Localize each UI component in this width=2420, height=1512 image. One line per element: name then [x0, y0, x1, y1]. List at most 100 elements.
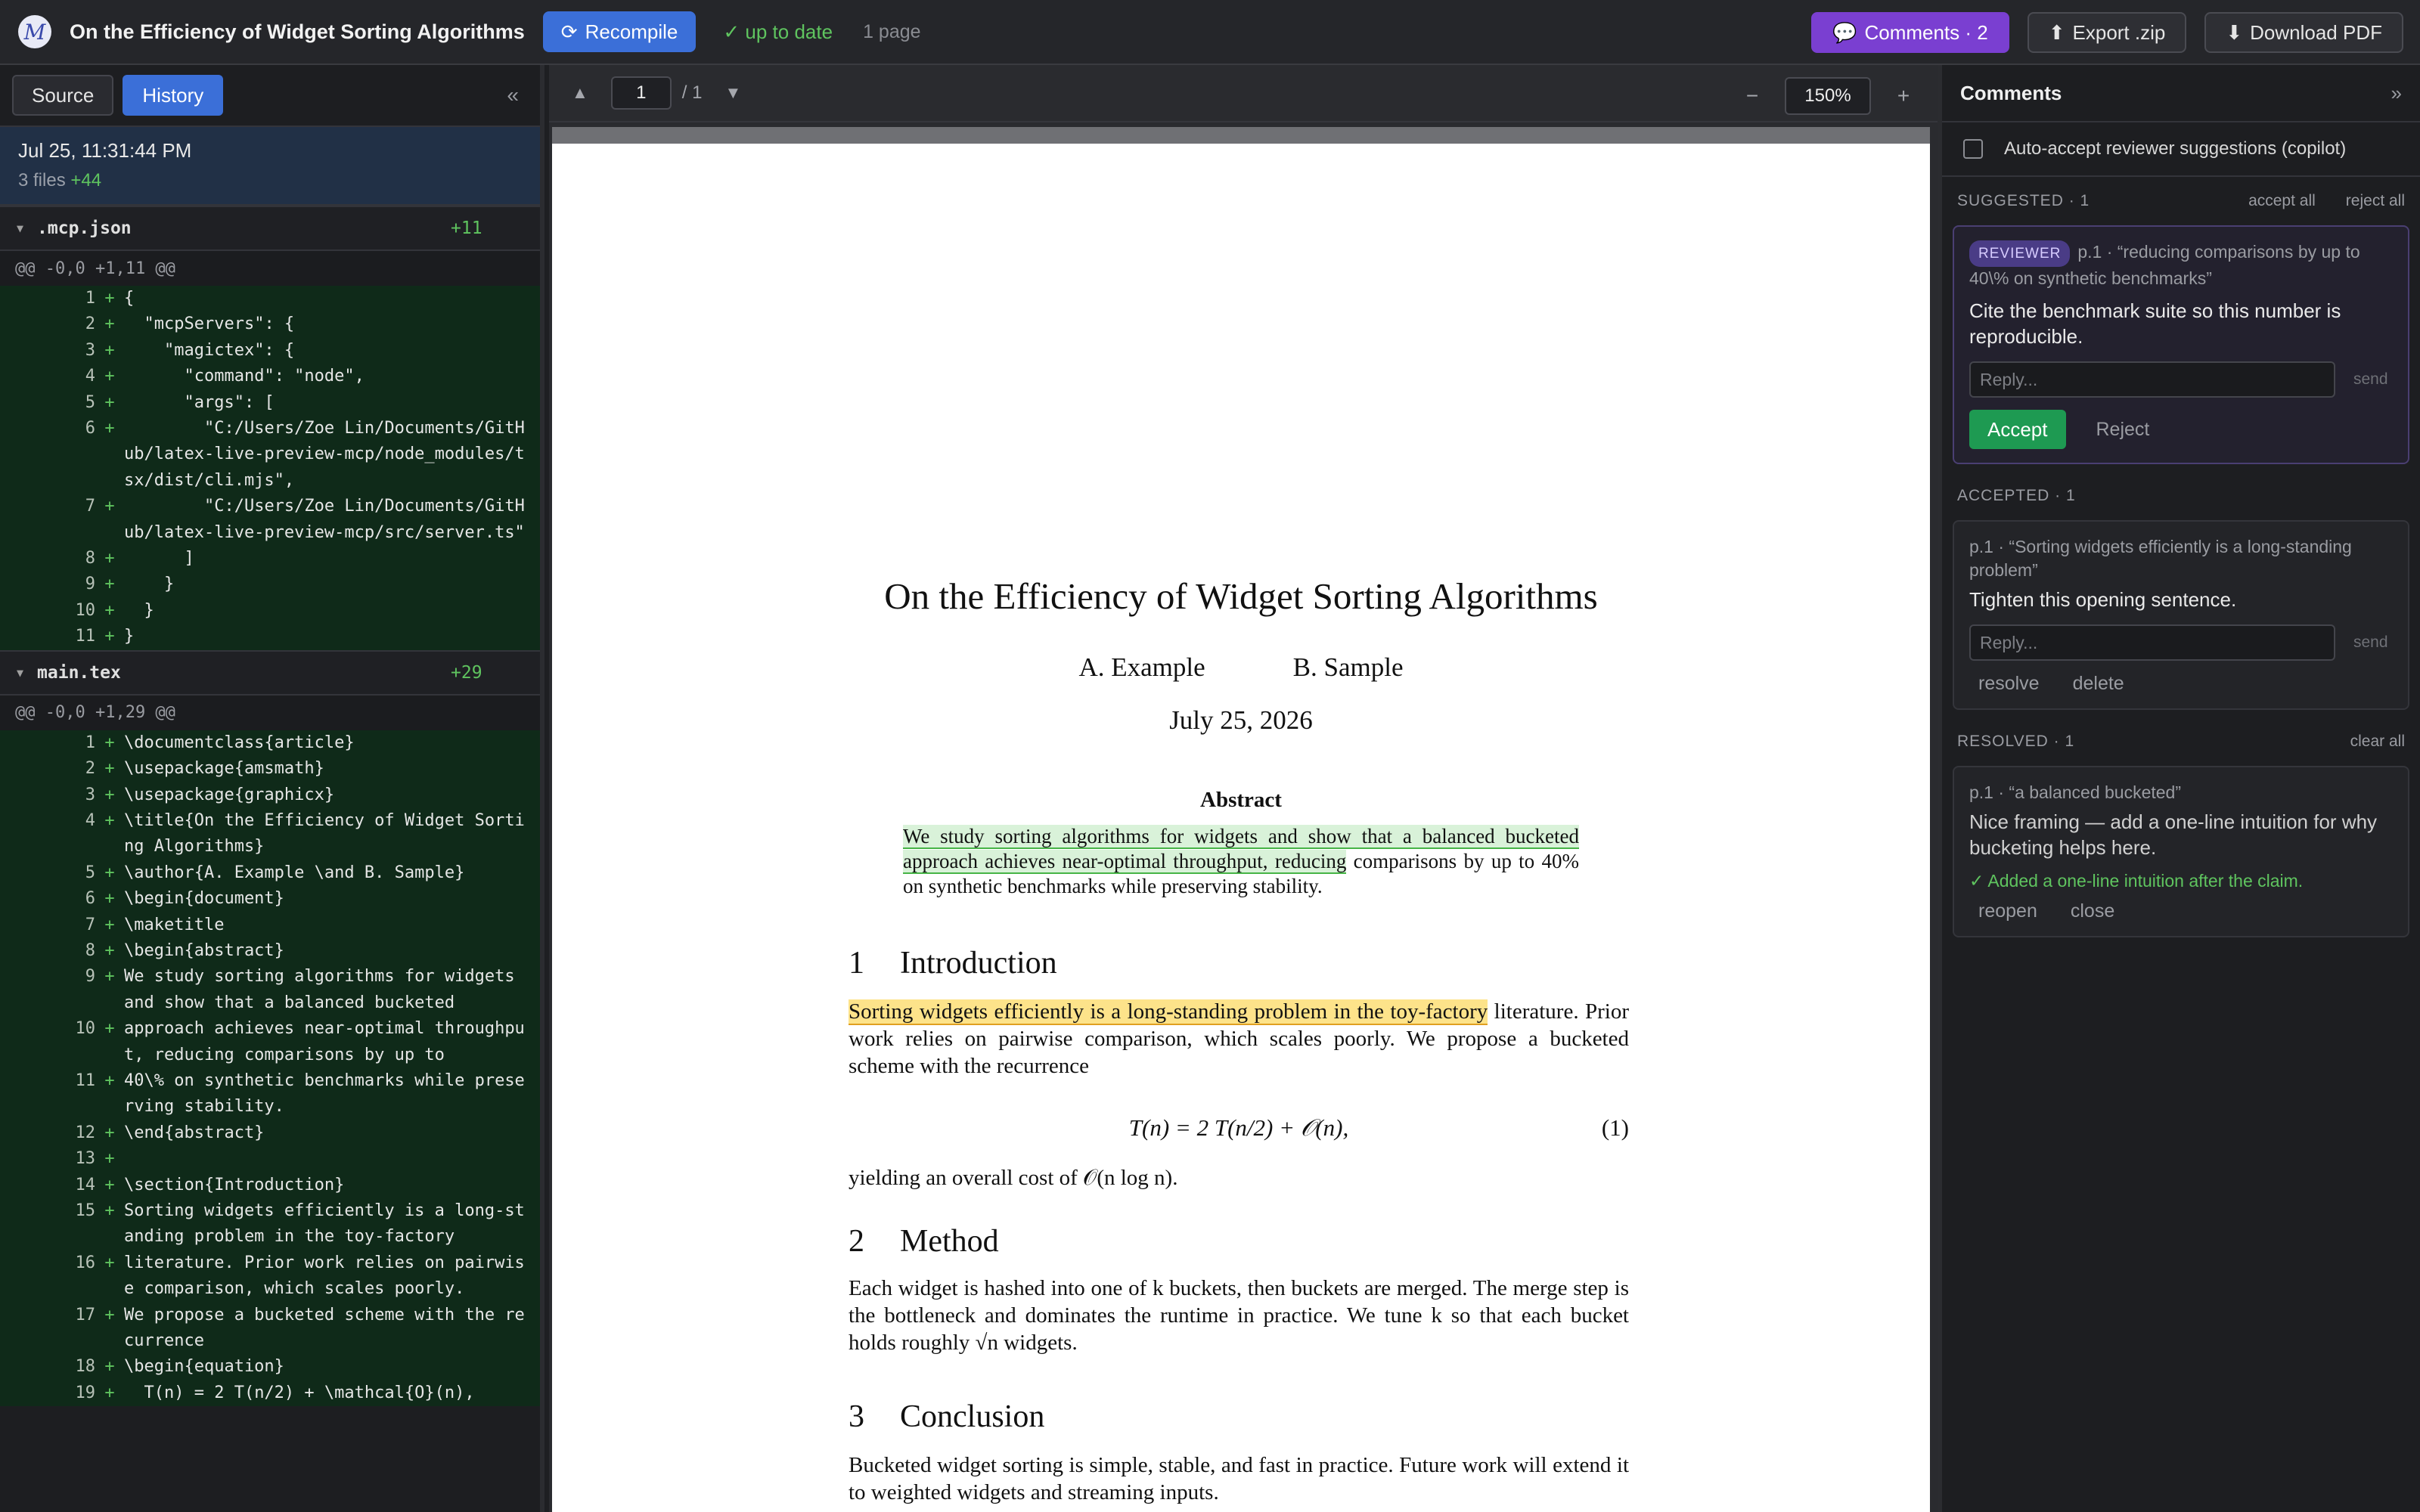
line-number: 9: [85, 967, 95, 987]
line-number: 8: [85, 940, 95, 960]
auto-accept-row[interactable]: Auto-accept reviewer suggestions (copilo…: [1942, 122, 2420, 177]
diff-line: 3 + "magictex": {: [0, 338, 540, 364]
diff-body: 1 +{2 + "mcpServers": {3 + "magictex": {4 + …: [0, 286, 540, 650]
reopen-button[interactable]: reopen: [1969, 900, 2046, 922]
diff-body: 1 + \documentclass{article} 2 + \usepackage{a…: [0, 730, 540, 1407]
line-code: We study sorting algorithms for widgets …: [124, 967, 525, 1012]
added-marker: +: [104, 575, 115, 594]
diff-line: 4 + \title{On the Efficiency of Widget Sor…: [0, 808, 540, 860]
diff-file-name: .mcp.json: [37, 218, 132, 238]
section-heading-introduction: 1 Introduction: [849, 946, 1057, 981]
line-number: 1: [85, 733, 95, 752]
line-code: }: [124, 575, 175, 594]
line-number: 2: [85, 759, 95, 779]
resolved-comment-card[interactable]: p.1 · “a balanced bucketed” Nice framing…: [1953, 766, 2409, 937]
line-number: 3: [85, 785, 95, 804]
line-number: 4: [85, 367, 95, 386]
line-number: 16: [75, 1253, 96, 1272]
download-arrow-icon: ⬇: [2226, 20, 2243, 44]
line-number: 4: [85, 810, 95, 830]
conclusion-paragraph: Bucketed widget sorting is simple, stabl…: [849, 1453, 1629, 1504]
download-label: Download PDF: [2250, 20, 2382, 44]
added-marker: +: [104, 1149, 115, 1169]
resolve-button[interactable]: resolve: [1969, 673, 2049, 695]
comments-heading: Comments: [1960, 81, 2062, 104]
added-marker: +: [104, 340, 115, 360]
export-label: Export .zip: [2072, 20, 2166, 44]
line-code: \maketitle: [124, 915, 225, 934]
app-logo-icon: M: [18, 15, 51, 48]
export-zip-button[interactable]: ⬆ Export .zip: [2027, 12, 2187, 53]
tab-history[interactable]: History: [123, 75, 224, 116]
line-number: 6: [85, 419, 95, 438]
diff-line: 5 + \author{A. Example \and B. Sample}: [0, 860, 540, 886]
line-number: 10: [75, 1019, 96, 1039]
pdf-preview: ▲ 1 / 1 ▼ − 150% + On the Efficiency of …: [549, 65, 1938, 1512]
line-code: \title{On the Efficiency of Widget Sorti…: [124, 810, 525, 857]
diff-line: 6 + "C:/Users/Zoe Lin/Documents/GitHub/la…: [0, 416, 540, 494]
diff-line: 7 + "C:/Users/Zoe Lin/Documents/GitHub/la…: [0, 494, 540, 546]
compile-status: ✓ up to date: [723, 20, 833, 43]
tab-source[interactable]: Source: [12, 75, 114, 116]
diff-line: 9 + }: [0, 572, 540, 597]
added-marker: +: [104, 785, 115, 804]
top-bar: M On the Efficiency of Widget Sorting Al…: [0, 0, 2420, 65]
zoom-out-button[interactable]: −: [1741, 84, 1764, 108]
send-button[interactable]: send: [2353, 634, 2388, 652]
diff-file-header[interactable]: ▼ .mcp.json +11: [0, 206, 540, 251]
line-number: 13: [75, 1149, 96, 1169]
diff-line: 3 + \usepackage{graphicx}: [0, 782, 540, 808]
collapse-triangle-icon[interactable]: ▼: [17, 222, 23, 235]
send-button[interactable]: send: [2353, 370, 2388, 389]
after-equation-text: yielding an overall cost of 𝒪(n log n).: [849, 1166, 1178, 1190]
diff-line: 12 + \end{abstract}: [0, 1120, 540, 1146]
zoom-level[interactable]: 150%: [1785, 77, 1871, 115]
comment-quote: p.1 · “a balanced bucketed”: [1969, 782, 2182, 802]
commit-entry[interactable]: Jul 25, 11:31:44 PM 3 files +44: [0, 127, 540, 206]
line-code: approach achieves near-optimal throughpu…: [124, 1019, 525, 1064]
added-marker: +: [104, 600, 115, 620]
suggested-comment-card[interactable]: REVIEWER p.1 · “reducing comparisons by u…: [1953, 225, 2409, 464]
collapse-left-icon[interactable]: «: [507, 83, 519, 107]
collapse-right-icon[interactable]: »: [2391, 82, 2402, 105]
line-code: T(n) = 2 T(n/2) + \mathcal{O}(n),: [124, 1383, 475, 1402]
line-code: \author{A. Example \and B. Sample}: [124, 863, 465, 882]
accept-button[interactable]: Accept: [1969, 410, 2066, 449]
accepted-comment-card[interactable]: p.1 · “Sorting widgets efficiently is a …: [1953, 520, 2409, 710]
comments-button[interactable]: 💬 Comments · 2: [1811, 12, 2009, 53]
added-marker: +: [104, 1175, 115, 1194]
line-code: Sorting widgets efficiently is a long-st…: [124, 1201, 525, 1247]
comments-header: Comments »: [1942, 65, 2420, 122]
line-number: 8: [85, 549, 95, 569]
added-marker: +: [104, 915, 115, 934]
clear-all-button[interactable]: clear all: [2350, 733, 2405, 751]
diff-hunk-header: @@ -0,0 +1,29 @@: [0, 695, 540, 730]
added-marker: +: [104, 967, 115, 987]
collapse-triangle-icon[interactable]: ▼: [17, 666, 23, 680]
page-number-input[interactable]: 1: [610, 76, 672, 110]
accept-all-button[interactable]: accept all: [2248, 192, 2316, 210]
reply-input[interactable]: Reply...: [1969, 624, 2335, 661]
close-button[interactable]: close: [2062, 900, 2124, 922]
zoom-in-button[interactable]: +: [1892, 84, 1915, 108]
reject-button[interactable]: Reject: [2087, 419, 2159, 441]
recompile-button[interactable]: ⟳ Recompile: [542, 11, 697, 52]
download-pdf-button[interactable]: ⬇ Download PDF: [2204, 12, 2403, 53]
added-marker: +: [104, 419, 115, 438]
reject-all-button[interactable]: reject all: [2346, 192, 2405, 210]
added-marker: +: [104, 627, 115, 646]
reviewer-badge: REVIEWER: [1969, 240, 2071, 267]
intro-highlight[interactable]: Sorting widgets efficiently is a long-st…: [849, 999, 1488, 1025]
reply-input[interactable]: Reply...: [1969, 361, 2335, 398]
author-1: A. Example: [1078, 652, 1205, 682]
intro-paragraph: Sorting widgets efficiently is a long-st…: [849, 998, 1629, 1080]
method-paragraph: Each widget is hashed into one of k buck…: [849, 1276, 1629, 1355]
next-page-icon[interactable]: ▼: [724, 83, 741, 103]
diff-file-header[interactable]: ▼ main.tex +29: [0, 649, 540, 696]
auto-accept-checkbox[interactable]: [1963, 139, 1983, 159]
prev-page-icon[interactable]: ▲: [572, 83, 588, 103]
added-marker: +: [104, 1383, 115, 1402]
added-marker: +: [104, 1357, 115, 1377]
delete-button[interactable]: delete: [2064, 673, 2133, 695]
diff-line: 19 + T(n) = 2 T(n/2) + \mathcal{O}(n),: [0, 1380, 540, 1406]
